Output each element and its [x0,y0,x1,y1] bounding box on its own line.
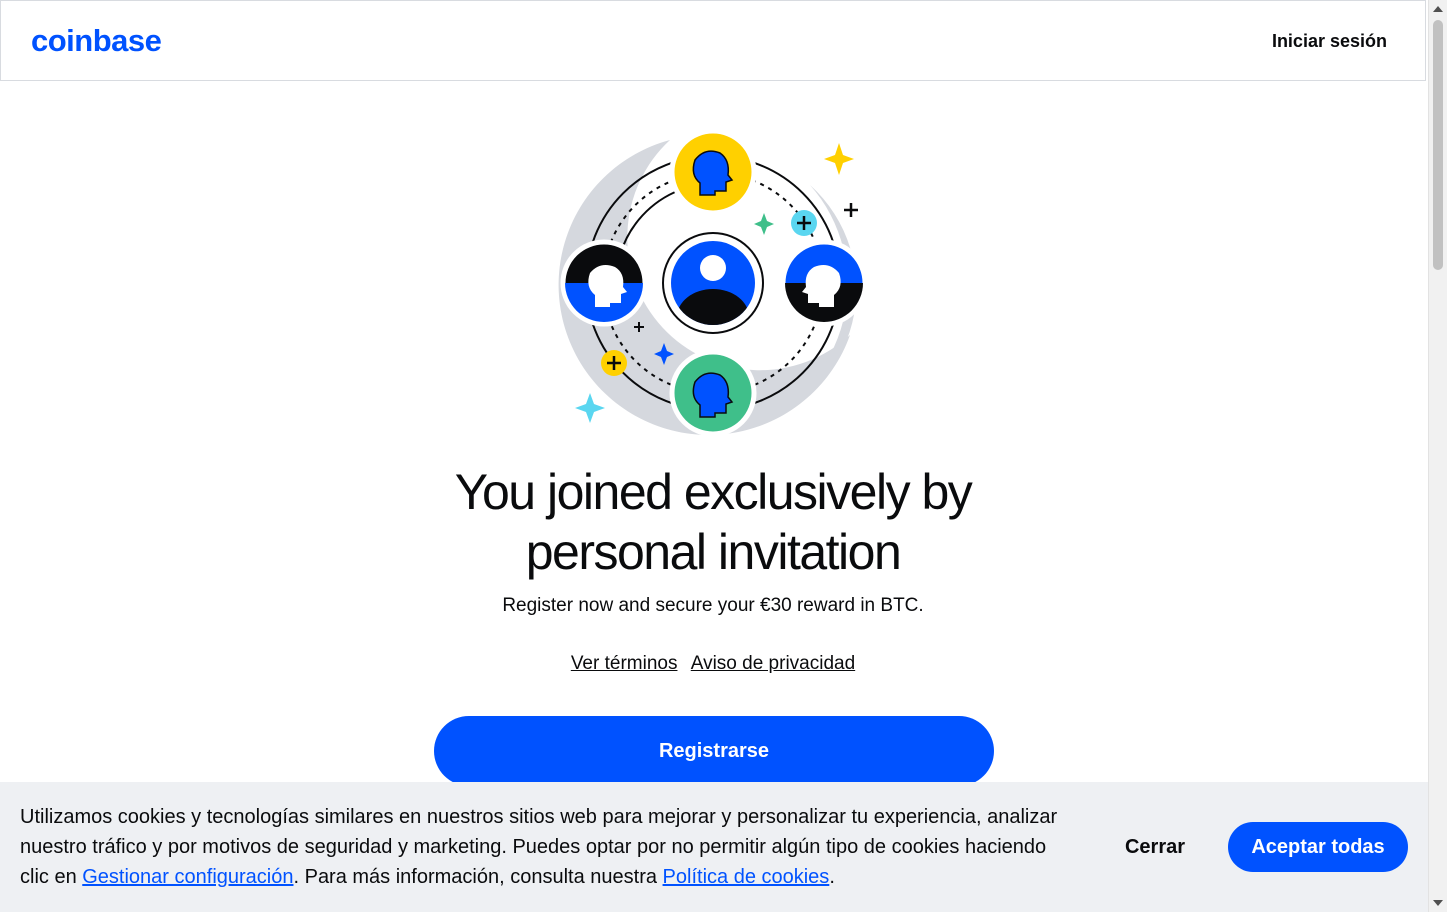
top-header: coinbase Iniciar sesión [0,0,1426,81]
accept-all-button[interactable]: Aceptar todas [1228,822,1408,872]
page-title: You joined exclusively by personal invit… [300,462,1126,582]
yellow-sparkle-icon [824,143,854,175]
hero-subtitle: Register now and secure your €30 reward … [502,595,924,616]
page: coinbase Iniciar sesión You joined exclu… [0,0,1447,912]
cookie-text-part3: . [829,866,835,888]
cookie-text-part2: . Para más información, consulta nuestra [293,866,663,888]
cyan-sparkle-icon [575,393,605,423]
cookie-policy-link[interactable]: Política de cookies [663,866,830,888]
green-sparkle-icon [754,213,774,235]
privacy-link[interactable]: Aviso de privacidad [691,653,855,674]
page-scrollbar[interactable] [1428,0,1447,912]
community-illustration [558,128,868,437]
legal-links: Ver términos Aviso de privacidad [300,653,1126,675]
manage-settings-link[interactable]: Gestionar configuración [82,866,293,888]
title-line-2: personal invitation [525,524,902,580]
scroll-down-arrow-icon[interactable] [1433,900,1443,906]
scroll-up-arrow-icon[interactable] [1433,6,1443,12]
close-cookie-button[interactable]: Cerrar [1110,832,1200,862]
coinbase-logo[interactable]: coinbase [31,23,162,59]
terms-link[interactable]: Ver términos [571,653,678,674]
center-avatar-head [700,255,726,281]
cookie-banner: Utilizamos cookies y tecnologías similar… [0,782,1428,912]
register-button[interactable]: Registrarse [434,716,994,786]
scroll-thumb[interactable] [1433,20,1443,270]
signin-link[interactable]: Iniciar sesión [1272,31,1387,52]
title-line-1: You joined exclusively by [454,464,973,520]
cookie-message: Utilizamos cookies y tecnologías similar… [20,802,1080,892]
small-plus-icon [844,203,858,217]
